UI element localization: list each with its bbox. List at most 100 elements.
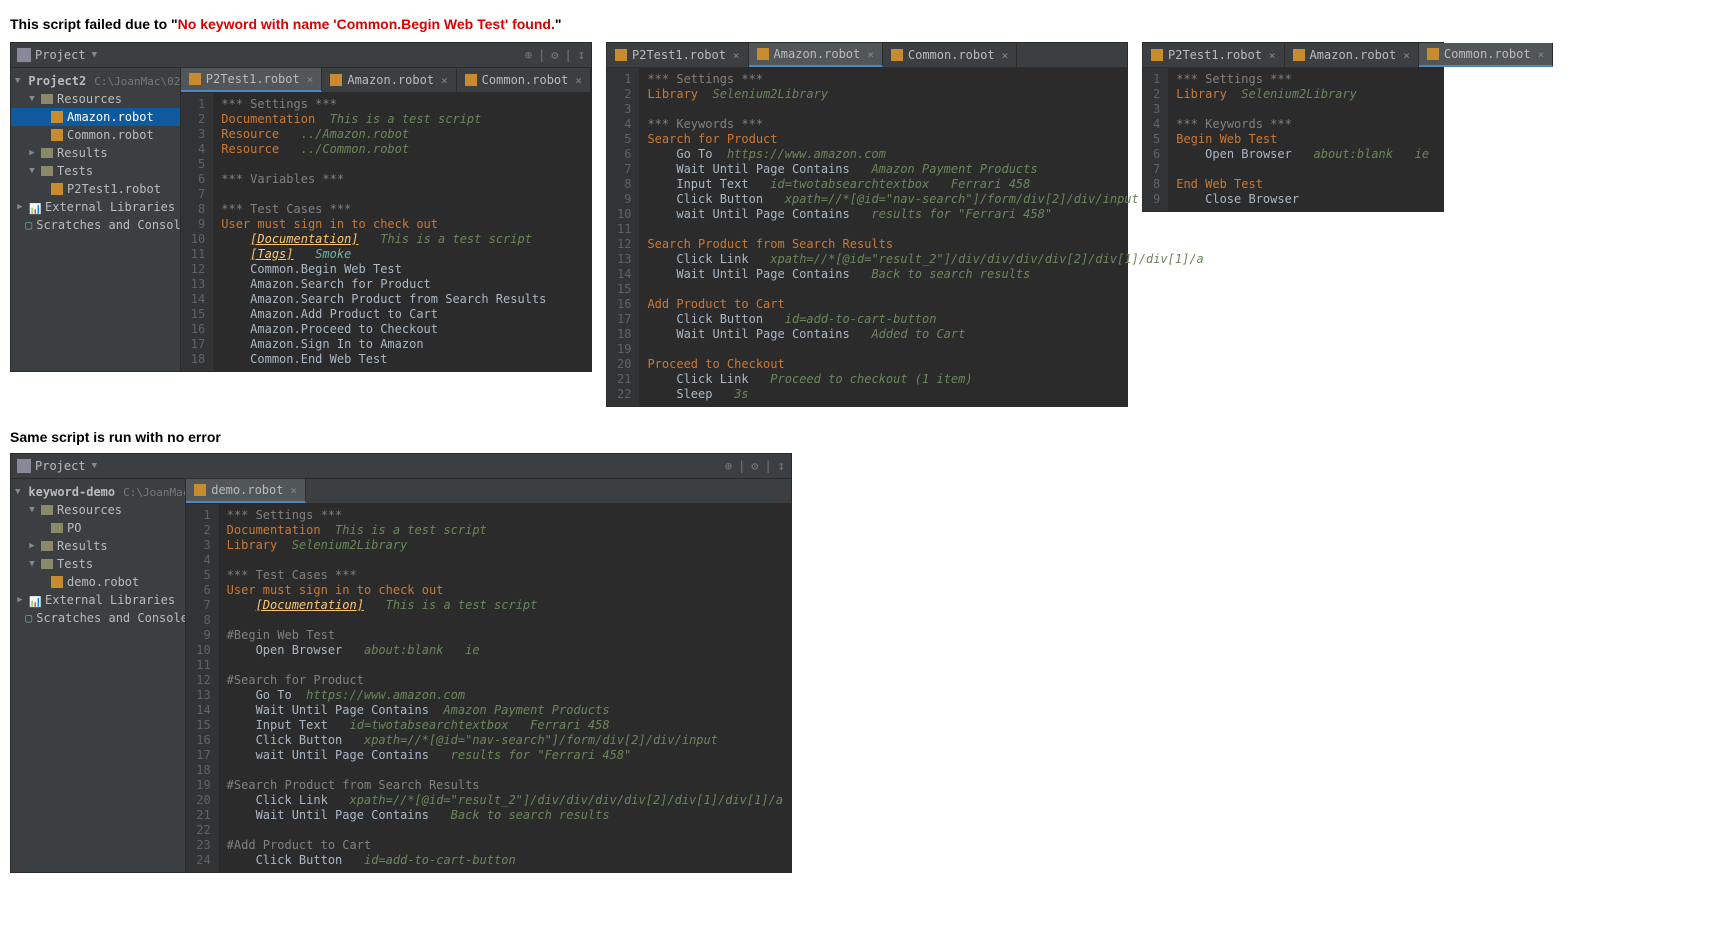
ide-panel-4: Project ▼ ⊕ | ⚙ | ↧ ▼keyword-demoC:\Joan… [10,453,792,873]
project-path: C:\JoanMac\02 Work Files\04 [94,75,181,88]
tree-folder-tests[interactable]: ▼Tests [11,162,180,180]
project-icon [17,459,31,473]
tab-common[interactable]: Common.robot × [457,68,591,92]
tree-file-p2test1[interactable]: P2Test1.robot [11,180,180,198]
collapse-icon[interactable]: ↧ [578,48,585,62]
target-icon[interactable]: ⊕ [725,459,732,473]
tab-label: Common.robot [908,48,995,62]
tab-label: Amazon.robot [1310,48,1397,62]
tab-p2test1[interactable]: P2Test1.robot× [181,68,323,92]
tab-demo[interactable]: demo.robot× [186,479,306,503]
gear-icon[interactable]: ⚙ [551,48,558,62]
toolbar: Project ▼ ⊕ | ⚙ | ↧ [11,454,791,479]
code-editor[interactable]: 12345678910111213141516171819202122 *** … [607,68,1127,406]
file-label: demo.robot [67,575,139,589]
target-icon[interactable]: ⊕ [525,48,532,62]
tree-external-libs[interactable]: ▶External Libraries [11,591,185,609]
error-prefix: This script failed due to " [10,16,178,32]
code-editor[interactable]: 123456789101112131415161718 *** Settings… [181,93,591,371]
divider-icon: | [565,48,572,62]
file-label: P2Test1.robot [67,182,161,196]
tree-file-common[interactable]: Common.robot [11,126,180,144]
tab-common[interactable]: Common.robot × [883,43,1017,67]
ext-lib-label: External Libraries [45,200,175,214]
line-gutter: 123456789101112131415161718 [181,93,213,371]
code-editor[interactable]: 123456789 *** Settings ***Library Seleni… [1143,68,1443,211]
line-gutter: 123456789101112131415161718192021222324 [186,504,218,872]
close-icon[interactable]: × [1002,49,1009,62]
chart-icon [29,201,41,213]
tree-scratches[interactable]: ▢ Scratches and Consoles [11,216,180,234]
tab-amazon[interactable]: Amazon.robot × [749,43,883,67]
scratch-label: Scratches and Consoles [36,611,186,625]
project-tree[interactable]: ▼Project2C:\JoanMac\02 Work Files\04 ▼Re… [11,68,181,371]
toolbar: Project ▼ ⊕ | ⚙ | ↧ [11,43,591,68]
tree-project-root[interactable]: ▼Project2C:\JoanMac\02 Work Files\04 [11,72,180,90]
close-icon[interactable]: × [1403,49,1410,62]
close-icon[interactable]: × [307,73,314,86]
tree-file-amazon[interactable]: Amazon.robot [11,108,180,126]
chevron-down-icon: ▼ [92,461,97,471]
close-icon[interactable]: × [290,484,297,497]
close-icon[interactable]: × [441,74,448,87]
scratch-icon: ▢ [25,218,32,232]
tree-folder-results[interactable]: ▶Results [11,537,185,555]
code-content[interactable]: *** Settings ***Library Selenium2Library… [1168,68,1437,211]
line-gutter: 123456789 [1143,68,1168,211]
chevron-down-icon: ▼ [92,50,97,60]
folder-label: Resources [57,503,122,517]
code-content[interactable]: *** Settings ***Documentation This is a … [219,504,791,872]
collapse-icon[interactable]: ↧ [778,459,785,473]
line-gutter: 12345678910111213141516171819202122 [607,68,639,406]
tree-folder-resources[interactable]: ▼Resources [11,501,185,519]
tab-amazon[interactable]: Amazon.robot × [322,68,456,92]
tree-file-demo[interactable]: demo.robot [11,573,185,591]
project-path: C:\JoanMac\02 Work F [123,486,186,499]
folder-label: Tests [57,164,93,178]
scratch-label: Scratches and Consoles [36,218,181,232]
divider-icon: | [765,459,772,473]
code-content[interactable]: *** Settings ***Library Selenium2Library… [639,68,1211,406]
tab-p2test1[interactable]: P2Test1.robot × [1143,43,1285,67]
chart-icon [29,594,41,606]
editor-tabs: P2Test1.robot× Amazon.robot × Common.robo… [181,68,591,93]
tab-common[interactable]: Common.robot × [1419,43,1553,67]
editor-tabs: P2Test1.robot× Amazon.robot× Common.robo… [1143,43,1443,68]
tree-folder-resources[interactable]: ▼Resources [11,90,180,108]
ide-panel-3: P2Test1.robot× Amazon.robot× Common.robo… [1142,42,1444,212]
tab-amazon[interactable]: Amazon.robot × [1285,43,1419,67]
close-icon[interactable]: × [1269,49,1276,62]
file-label: Common.robot [67,128,154,142]
caption-same-script: Same script is run with no error [10,429,1724,445]
gear-icon[interactable]: ⚙ [751,459,758,473]
tab-label: P2Test1.robot [1168,48,1262,62]
code-content[interactable]: *** Settings ***Documentation This is a … [213,93,554,371]
close-icon[interactable]: × [575,74,582,87]
tree-external-libs[interactable]: ▶External Libraries [11,198,180,216]
close-icon[interactable]: × [867,48,874,61]
ide-panel-1: Project ▼ ⊕ | ⚙ | ↧ ▼Project2C:\JoanMac\… [10,42,592,372]
project-icon [17,48,31,62]
error-message: No keyword with name 'Common.Begin Web T… [178,16,555,32]
tree-project-root[interactable]: ▼keyword-demoC:\JoanMac\02 Work F [11,483,185,501]
tree-folder-po[interactable]: PO [11,519,185,537]
close-icon[interactable]: × [1538,48,1545,61]
code-editor[interactable]: 123456789101112131415161718192021222324 … [186,504,791,872]
ide-panel-2: P2Test1.robot× Amazon.robot × Common.robo… [606,42,1128,407]
tab-label: Amazon.robot [774,47,861,61]
tree-folder-results[interactable]: ▶Results [11,144,180,162]
project-dropdown[interactable]: Project ▼ [17,48,97,62]
divider-icon: | [538,48,545,62]
error-suffix: " [555,16,562,32]
ext-lib-label: External Libraries [45,593,175,607]
divider-icon: | [738,459,745,473]
tab-p2test1[interactable]: P2Test1.robot× [607,43,749,67]
tab-label: Amazon.robot [347,73,434,87]
tab-label: Common.robot [482,73,569,87]
tree-scratches[interactable]: ▢Scratches and Consoles [11,609,185,627]
project-tree[interactable]: ▼keyword-demoC:\JoanMac\02 Work F ▼Resou… [11,479,186,872]
close-icon[interactable]: × [733,49,740,62]
tree-folder-tests[interactable]: ▼Tests [11,555,185,573]
project-dropdown[interactable]: Project ▼ [17,459,97,473]
tab-label: Common.robot [1444,47,1531,61]
